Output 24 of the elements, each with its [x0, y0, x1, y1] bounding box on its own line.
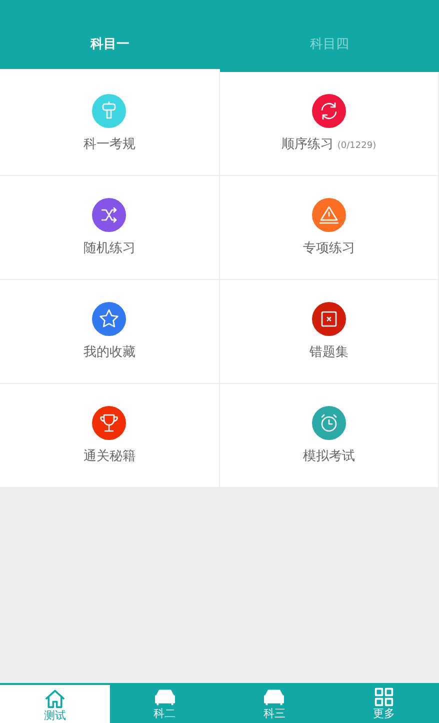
menu-item[interactable]: 科一考规 [0, 72, 220, 176]
home-icon [42, 689, 67, 709]
menu-label: 随机练习 [83, 240, 136, 257]
nav-tab[interactable]: 科二 [110, 683, 220, 723]
menu-item[interactable]: 随机练习 [0, 176, 220, 280]
menu-label: 我的收藏 [83, 344, 136, 361]
progress-count: (0/1229) [337, 141, 376, 151]
menu-label: 错题集 [309, 344, 348, 361]
menu-item[interactable]: 我的收藏 [0, 280, 220, 384]
nav-tab[interactable]: 测试 [0, 683, 110, 723]
car-icon [152, 687, 177, 707]
menu-item[interactable]: 错题集 [220, 280, 439, 384]
menu-item[interactable]: 通关秘籍 [0, 384, 220, 488]
nav-tab[interactable]: 科三 [220, 683, 330, 723]
menu-item[interactable]: 模拟考试 [220, 384, 439, 488]
menu-label: 专项练习 [302, 240, 355, 257]
menu-item[interactable]: 顺序练习 (0/1229) [220, 72, 439, 176]
menu-item[interactable]: 专项练习 [220, 176, 439, 280]
menu-label: 模拟考试 [302, 448, 355, 465]
menu-label: 通关秘籍 [83, 448, 136, 465]
menu-label: 科一考规 [83, 136, 136, 153]
nav-tab[interactable]: 更多 [329, 683, 439, 723]
car-icon [262, 687, 286, 707]
menu-label: 顺序练习 [281, 136, 334, 153]
